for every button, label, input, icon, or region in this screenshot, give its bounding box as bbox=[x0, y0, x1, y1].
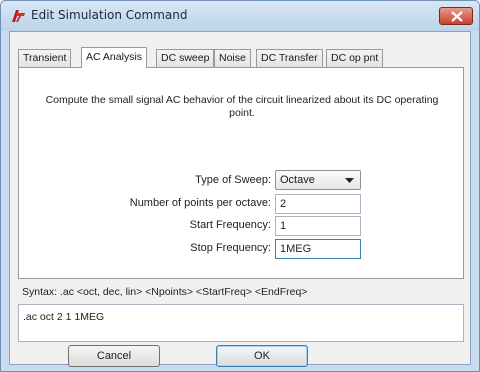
dialog-window: Edit Simulation Command Transient AC Ana… bbox=[0, 0, 480, 372]
stop-frequency-field[interactable]: 1MEG bbox=[275, 239, 361, 259]
start-frequency-label: Start Frequency: bbox=[189, 219, 271, 231]
tab-ac-analysis[interactable]: AC Analysis bbox=[81, 47, 148, 68]
sweep-type-label: Type of Sweep: bbox=[195, 174, 271, 186]
ac-analysis-panel: Compute the small signal AC behavior of … bbox=[18, 67, 464, 279]
ltspice-logo-icon bbox=[10, 9, 26, 23]
sweep-type-select[interactable]: Octave bbox=[275, 170, 361, 190]
ok-button[interactable]: OK bbox=[216, 345, 308, 367]
title-bar[interactable]: Edit Simulation Command bbox=[1, 1, 479, 31]
tab-dc-transfer[interactable]: DC Transfer bbox=[256, 49, 323, 67]
window-title: Edit Simulation Command bbox=[31, 8, 188, 22]
tab-transient[interactable]: Transient bbox=[18, 49, 72, 67]
analysis-description: Compute the small signal AC behavior of … bbox=[45, 94, 439, 119]
syntax-hint: Syntax: .ac <oct, dec, lin> <Npoints> <S… bbox=[22, 286, 308, 298]
sweep-type-value: Octave bbox=[280, 174, 315, 186]
points-per-octave-field[interactable]: 2 bbox=[275, 194, 361, 214]
close-icon bbox=[451, 11, 463, 22]
start-frequency-field[interactable]: 1 bbox=[275, 216, 361, 236]
points-per-octave-label: Number of points per octave: bbox=[129, 197, 271, 209]
command-text-field[interactable]: .ac oct 2 1 1MEG bbox=[18, 304, 464, 342]
cancel-button[interactable]: Cancel bbox=[68, 345, 160, 367]
tab-dc-op-pnt[interactable]: DC op pnt bbox=[326, 49, 384, 67]
stop-frequency-label: Stop Frequency: bbox=[190, 242, 271, 254]
tab-noise[interactable]: Noise bbox=[214, 49, 251, 67]
dialog-body: Transient AC Analysis DC sweep Noise DC … bbox=[9, 31, 471, 367]
chevron-down-icon bbox=[345, 178, 354, 183]
close-button[interactable] bbox=[439, 7, 473, 25]
tab-dc-sweep[interactable]: DC sweep bbox=[156, 49, 215, 67]
